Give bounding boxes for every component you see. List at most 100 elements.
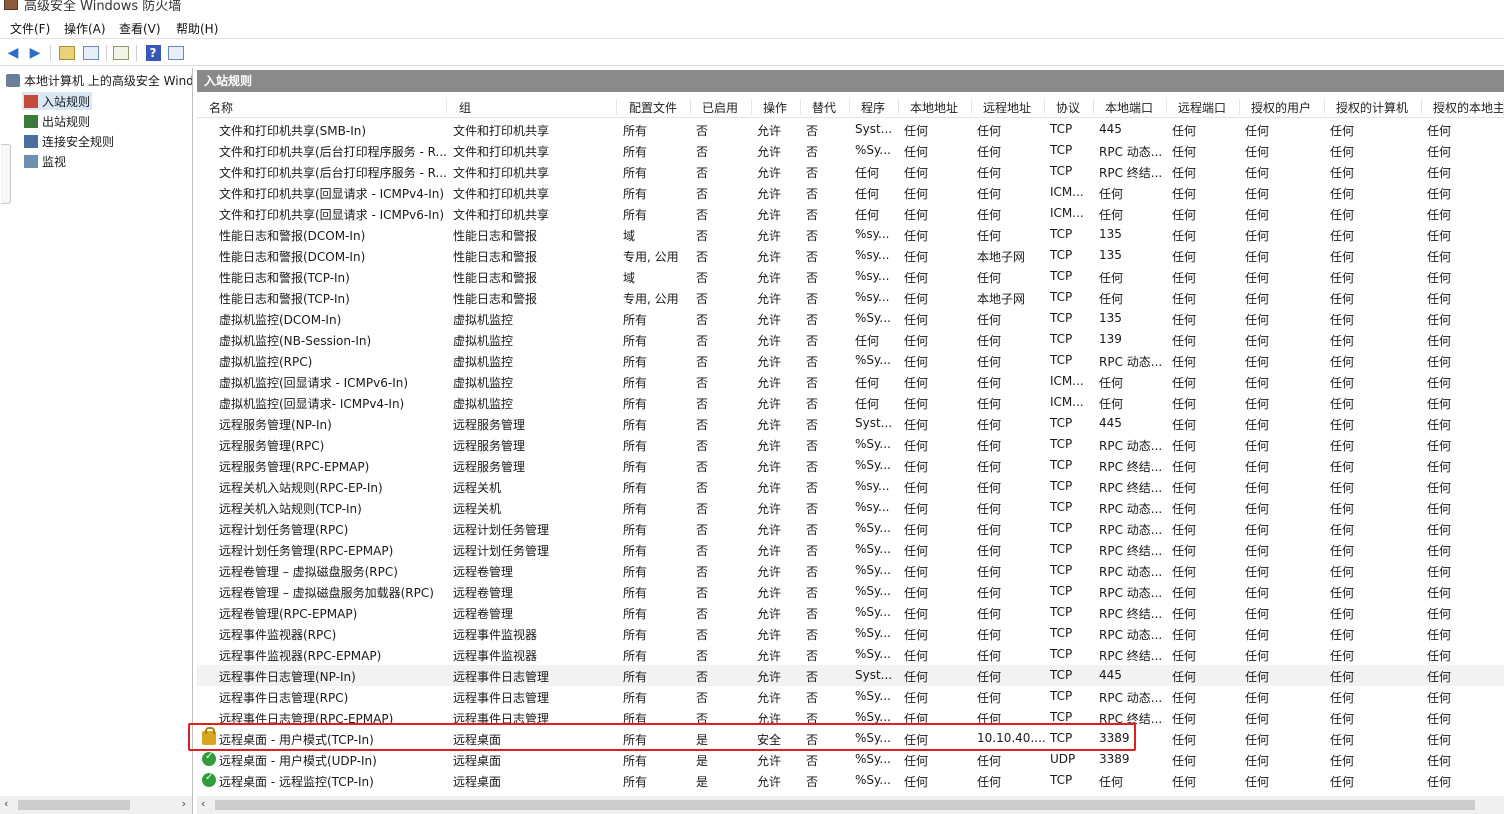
cell-group: 远程事件日志管理 bbox=[453, 670, 550, 684]
table-row[interactable]: 远程事件监视器(RPC-EPMAP) 远程事件监视器 所有 否 允许 否 %Sy... 任何 任… bbox=[197, 644, 1504, 665]
cell-protocol: TCP bbox=[1050, 164, 1073, 178]
cell-authorized-computers: 任何 bbox=[1330, 523, 1355, 537]
tree-horizontal-scrollbar[interactable]: ‹ › bbox=[0, 796, 192, 814]
cell-protocol: TCP bbox=[1050, 542, 1073, 556]
table-row[interactable]: 远程卷管理(RPC-EPMAP) 远程卷管理 所有 否 允许 否 %Sy... 任何 任何 TCP… bbox=[197, 602, 1504, 623]
table-row[interactable]: 远程事件日志管理(NP-In) 远程事件日志管理 所有 否 允许 否 Syst... 任何 任何… bbox=[197, 665, 1504, 686]
column-header-local-port[interactable]: 本地端口 bbox=[1099, 99, 1167, 115]
table-row[interactable]: 远程事件监视器(RPC) 远程事件监视器 所有 否 允许 否 %Sy... 任何 任何 TCP RP… bbox=[197, 623, 1504, 644]
cell-remote-port: 任何 bbox=[1172, 775, 1197, 789]
cell-local-address: 任何 bbox=[904, 229, 929, 243]
table-row[interactable]: 虚拟机监控(回显请求 - ICMPv6-In) 虚拟机监控 所有 否 允许 否 任何 任何 任何… bbox=[197, 371, 1504, 392]
table-row[interactable]: 远程事件日志管理(RPC) 远程事件日志管理 所有 否 允许 否 %Sy... 任何 任何 TCP… bbox=[197, 686, 1504, 707]
tree-root[interactable]: 本地计算机 上的高级安全 Windows 防火墙 bbox=[6, 72, 192, 89]
tree-item-inbound-rules[interactable]: 入站规则 bbox=[22, 92, 93, 110]
cell-authorized-local-principals: 任何 bbox=[1427, 565, 1452, 579]
cell-program: %Sy... bbox=[855, 542, 891, 556]
tree-splitter-handle[interactable] bbox=[1, 144, 11, 204]
table-row[interactable]: 性能日志和警报(TCP-In) 性能日志和警报 专用, 公用 否 允许 否 %sy... 任何… bbox=[197, 287, 1504, 308]
table-row[interactable]: 文件和打印机共享(SMB-In) 文件和打印机共享 所有 否 允许 否 Syst... 任何 任… bbox=[197, 119, 1504, 140]
table-row[interactable]: 远程桌面 - 用户模式(TCP-In) 远程桌面 所有 是 安全 否 %Sy... 任何 10.… bbox=[197, 727, 1504, 749]
column-header-authorized-computers[interactable]: 授权的计算机 bbox=[1330, 99, 1422, 115]
table-row[interactable]: 性能日志和警报(DCOM-In) 性能日志和警报 专用, 公用 否 允许 否 %sy... 任… bbox=[197, 245, 1504, 266]
table-row[interactable]: 远程计划任务管理(RPC-EPMAP) 远程计划任务管理 所有 否 允许 否 %Sy... 任… bbox=[197, 539, 1504, 560]
column-header-remote-port[interactable]: 远程端口 bbox=[1172, 99, 1240, 115]
cell-profile: 所有 bbox=[623, 334, 648, 348]
cell-profile: 专用, 公用 bbox=[623, 292, 679, 306]
table-row[interactable]: 远程服务管理(RPC-EPMAP) 远程服务管理 所有 否 允许 否 %Sy... 任何 任何 T… bbox=[197, 455, 1504, 476]
table-row[interactable]: 远程桌面 - 用户模式(UDP-In) 远程桌面 所有 是 允许 否 %Sy... 任何 任何 U… bbox=[197, 749, 1504, 770]
table-row[interactable]: 远程关机入站规则(RPC-EP-In) 远程关机 所有 否 允许 否 %sy... 任何 任何 T… bbox=[197, 476, 1504, 497]
table-row[interactable]: 性能日志和警报(TCP-In) 性能日志和警报 域 否 允许 否 %sy... 任何 任何 TCP… bbox=[197, 266, 1504, 287]
show-hide-tree-icon[interactable] bbox=[82, 44, 100, 62]
table-row[interactable]: 远程关机入站规则(TCP-In) 远程关机 所有 否 允许 否 %sy... 任何 任何 TCP R… bbox=[197, 497, 1504, 518]
tree-scroll-thumb[interactable] bbox=[18, 800, 130, 810]
column-header-name[interactable]: 名称 bbox=[203, 99, 447, 115]
menu-file[interactable]: 文件(F) bbox=[10, 20, 50, 37]
cell-authorized-local-principals: 任何 bbox=[1427, 586, 1452, 600]
table-horizontal-scrollbar[interactable]: ‹ bbox=[197, 796, 1504, 814]
cell-name: 远程事件日志管理(RPC) bbox=[219, 691, 349, 705]
table-row[interactable]: 虚拟机监控(RPC) 虚拟机监控 所有 否 允许 否 %Sy... 任何 任何 TCP RPC 动态… bbox=[197, 350, 1504, 371]
column-header-authorized-local-principals[interactable]: 授权的本地主体 bbox=[1427, 99, 1504, 115]
cell-override: 否 bbox=[806, 271, 819, 285]
menu-action[interactable]: 操作(A) bbox=[64, 20, 106, 37]
column-header-group[interactable]: 组 bbox=[453, 99, 617, 115]
table-row[interactable]: 文件和打印机共享(回显请求 - ICMPv4-In) 文件和打印机共享 所有 否 允许 否… bbox=[197, 182, 1504, 203]
help-icon[interactable]: ? bbox=[144, 44, 162, 62]
cell-name: 远程事件监视器(RPC) bbox=[219, 628, 337, 642]
column-header-profile[interactable]: 配置文件 bbox=[623, 99, 691, 115]
back-arrow-icon[interactable]: ◀ bbox=[4, 44, 22, 62]
scroll-left-icon[interactable]: ‹ bbox=[201, 797, 205, 810]
table-row[interactable]: 虚拟机监控(NB-Session-In) 虚拟机监控 所有 否 允许 否 任何 任何 任何 TCP… bbox=[197, 329, 1504, 350]
cell-action: 允许 bbox=[757, 775, 782, 789]
cell-program: %Sy... bbox=[855, 563, 891, 577]
cell-action: 允许 bbox=[757, 439, 782, 453]
up-folder-icon[interactable] bbox=[58, 44, 76, 62]
cell-program: %Sy... bbox=[855, 521, 891, 535]
menu-view[interactable]: 查看(V) bbox=[119, 20, 161, 37]
table-row[interactable]: 性能日志和警报(DCOM-In) 性能日志和警报 域 否 允许 否 %sy... 任何 任何 TC… bbox=[197, 224, 1504, 245]
cell-override: 否 bbox=[806, 460, 819, 474]
menu-help[interactable]: 帮助(H) bbox=[176, 20, 218, 37]
scroll-right-icon[interactable]: › bbox=[182, 797, 186, 810]
table-row[interactable]: 文件和打印机共享(回显请求 - ICMPv6-In) 文件和打印机共享 所有 否 允许 否… bbox=[197, 203, 1504, 224]
tree-item-monitoring[interactable]: 监视 bbox=[22, 152, 68, 170]
column-header-local-address[interactable]: 本地地址 bbox=[904, 99, 972, 115]
cell-protocol: TCP bbox=[1050, 605, 1073, 619]
table-row[interactable]: 文件和打印机共享(后台打印程序服务 - R... 文件和打印机共享 所有 否 允许 否 任何… bbox=[197, 161, 1504, 182]
scroll-left-icon[interactable]: ‹ bbox=[4, 797, 8, 810]
table-row[interactable]: 远程卷管理 – 虚拟磁盘服务加载器(RPC) 远程卷管理 所有 否 允许 否 %Sy... 任… bbox=[197, 581, 1504, 602]
forward-arrow-icon[interactable]: ▶ bbox=[26, 44, 44, 62]
table-row[interactable]: 远程服务管理(NP-In) 远程服务管理 所有 否 允许 否 Syst... 任何 任何 TCP 4… bbox=[197, 413, 1504, 434]
tree-item-connection-security[interactable]: 连接安全规则 bbox=[22, 132, 116, 150]
table-scroll-thumb[interactable] bbox=[215, 800, 1475, 810]
table-row[interactable]: 文件和打印机共享(后台打印程序服务 - R... 文件和打印机共享 所有 否 允许 否 %S… bbox=[197, 140, 1504, 161]
table-row[interactable]: 远程服务管理(RPC) 远程服务管理 所有 否 允许 否 %Sy... 任何 任何 TCP RPC … bbox=[197, 434, 1504, 455]
cell-profile: 所有 bbox=[623, 523, 648, 537]
action-pane-icon[interactable] bbox=[167, 44, 185, 62]
column-header-authorized-users[interactable]: 授权的用户 bbox=[1245, 99, 1325, 115]
table-row[interactable]: 远程桌面 - 远程监控(TCP-In) 远程桌面 所有 是 允许 否 %Sy... 任何 任何 T… bbox=[197, 770, 1504, 791]
column-header-remote-address[interactable]: 远程地址 bbox=[977, 99, 1045, 115]
column-header-action[interactable]: 操作 bbox=[757, 99, 801, 115]
tree-item-outbound-rules[interactable]: 出站规则 bbox=[22, 112, 92, 130]
cell-action: 允许 bbox=[757, 586, 782, 600]
column-header-program[interactable]: 程序 bbox=[855, 99, 899, 115]
cell-name: 远程关机入站规则(RPC-EP-In) bbox=[219, 481, 383, 495]
cell-protocol: ICM... bbox=[1050, 206, 1084, 220]
column-header-protocol[interactable]: 协议 bbox=[1050, 99, 1094, 115]
column-header-override[interactable]: 替代 bbox=[806, 99, 850, 115]
table-row[interactable]: 虚拟机监控(回显请求- ICMPv4-In) 虚拟机监控 所有 否 允许 否 任何 任何 任何 I… bbox=[197, 392, 1504, 413]
cell-group: 远程事件日志管理 bbox=[453, 691, 550, 705]
cell-remote-address: 任何 bbox=[977, 145, 1002, 159]
table-row[interactable]: 远程计划任务管理(RPC) 远程计划任务管理 所有 否 允许 否 %Sy... 任何 任何 TCP… bbox=[197, 518, 1504, 539]
cell-protocol: TCP bbox=[1050, 731, 1073, 745]
export-list-icon[interactable] bbox=[112, 44, 130, 62]
column-header-enabled[interactable]: 已启用 bbox=[696, 99, 752, 115]
cell-enabled: 否 bbox=[696, 166, 709, 180]
table-row[interactable]: 远程事件日志管理(RPC-EPMAP) 远程事件日志管理 所有 否 允许 否 %Sy... 任… bbox=[197, 707, 1504, 728]
cell-program: %sy... bbox=[855, 290, 890, 304]
table-row[interactable]: 虚拟机监控(DCOM-In) 虚拟机监控 所有 否 允许 否 %Sy... 任何 任何 TCP 13… bbox=[197, 308, 1504, 329]
table-row[interactable]: 远程卷管理 – 虚拟磁盘服务(RPC) 远程卷管理 所有 否 允许 否 %Sy... 任何 任何… bbox=[197, 560, 1504, 581]
